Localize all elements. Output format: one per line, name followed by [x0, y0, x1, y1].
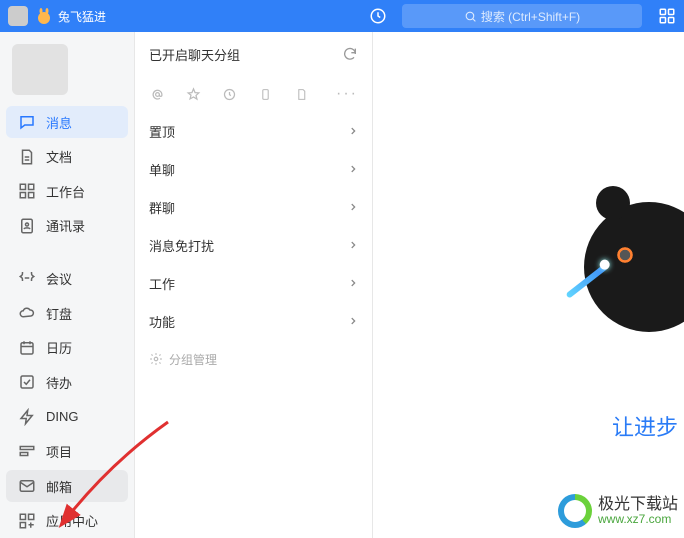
refresh-icon[interactable] — [342, 46, 358, 62]
chevron-right-icon — [348, 278, 358, 288]
group-label: 单聊 — [149, 160, 175, 179]
sidebar-item-label: 邮箱 — [46, 477, 72, 496]
sidebar-item-todo[interactable]: 待办 — [6, 366, 128, 399]
group-label: 消息免打扰 — [149, 236, 214, 255]
group-manage-label: 分组管理 — [169, 351, 217, 368]
group-item-group[interactable]: 群聊 — [135, 188, 372, 226]
chatgroup-header-text: 已开启聊天分组 — [149, 45, 240, 64]
chevron-right-icon — [348, 240, 358, 250]
history-icon[interactable] — [364, 2, 392, 30]
sidebar-item-label: 项目 — [46, 442, 72, 461]
chevron-right-icon — [348, 164, 358, 174]
watermark: 极光下载站 www.xz7.com — [558, 494, 678, 528]
group-label: 工作 — [149, 274, 175, 293]
chevron-right-icon — [348, 316, 358, 326]
group-label: 群聊 — [149, 198, 175, 217]
sidebar-item-label: 待办 — [46, 373, 72, 392]
sidebar-item-contacts[interactable]: 通讯录 — [6, 209, 128, 242]
calendar-icon — [18, 339, 36, 357]
slogan-text: 让进步 — [612, 410, 678, 442]
contacts-icon — [18, 217, 36, 235]
title-bar: 兔飞猛进 搜索 (Ctrl+Shift+F) — [0, 0, 684, 32]
meeting-icon — [18, 269, 36, 287]
titlebar-avatar[interactable] — [8, 6, 28, 26]
sidebar-item-label: 应用中心 — [46, 511, 98, 530]
sidebar-item-workbench[interactable]: 工作台 — [6, 175, 128, 208]
watermark-url: www.xz7.com — [598, 513, 678, 526]
chatgroup-header: 已开启聊天分组 — [135, 32, 372, 76]
sidebar-item-label: 文档 — [46, 147, 72, 166]
chatgroup-toolbar: ··· — [135, 76, 372, 112]
sidebar-item-label: DING — [46, 409, 79, 424]
apps-grid-icon[interactable] — [658, 7, 676, 25]
sidebar-item-appcenter[interactable]: 应用中心 — [6, 504, 128, 537]
at-icon[interactable] — [149, 86, 165, 102]
group-manage[interactable]: 分组管理 — [135, 340, 372, 378]
sidebar-item-label: 钉盘 — [46, 304, 72, 323]
workbench-icon — [18, 182, 36, 200]
chevron-right-icon — [348, 126, 358, 136]
doc-icon — [18, 148, 36, 166]
search-placeholder: 搜索 (Ctrl+Shift+F) — [481, 8, 580, 25]
sidebar-item-label: 工作台 — [46, 182, 85, 201]
sidebar-item-mail[interactable]: 邮箱 — [6, 470, 128, 503]
cloud-icon — [18, 304, 36, 322]
sidebar-item-messages[interactable]: 消息 — [6, 106, 128, 139]
app-title: 兔飞猛进 — [58, 8, 106, 25]
watermark-logo-icon — [558, 494, 592, 528]
sidebar-item-label: 会议 — [46, 269, 72, 288]
group-item-pin[interactable]: 置顶 — [135, 112, 372, 150]
todo-icon — [18, 373, 36, 391]
mail-icon — [18, 477, 36, 495]
sidebar-item-meeting[interactable]: 会议 — [6, 262, 128, 295]
group-item-dnd[interactable]: 消息免打扰 — [135, 226, 372, 264]
project-icon — [18, 442, 36, 460]
sidebar-item-docs[interactable]: 文档 — [6, 140, 128, 173]
group-item-single[interactable]: 单聊 — [135, 150, 372, 188]
more-icon[interactable]: ··· — [336, 85, 358, 103]
appcenter-icon — [18, 512, 36, 530]
later-icon[interactable] — [221, 86, 237, 102]
watermark-name: 极光下载站 — [598, 496, 678, 514]
file-icon[interactable] — [293, 86, 309, 102]
sidebar-item-label: 日历 — [46, 338, 72, 357]
group-item-function[interactable]: 功能 — [135, 302, 372, 340]
sidebar-item-cloud[interactable]: 钉盘 — [6, 297, 128, 330]
content-area: 让进步 极光下载站 www.xz7.com — [373, 32, 684, 538]
search-input[interactable]: 搜索 (Ctrl+Shift+F) — [402, 4, 642, 28]
chat-groups-panel: 已开启聊天分组 ··· 置顶 单聊 群聊 消息免打扰 工作 — [135, 32, 373, 538]
sidebar-item-label: 通讯录 — [46, 216, 85, 235]
chat-icon — [18, 113, 36, 131]
bunny-icon — [34, 6, 54, 26]
sidebar-item-project[interactable]: 项目 — [6, 435, 128, 468]
ding-icon — [18, 408, 36, 426]
phone-icon[interactable] — [257, 86, 273, 102]
group-label: 置顶 — [149, 122, 175, 141]
sidebar-item-calendar[interactable]: 日历 — [6, 331, 128, 364]
chevron-right-icon — [348, 202, 358, 212]
sidebar: 消息 文档 工作台 通讯录 会议 钉盘 日历 待办 — [0, 32, 135, 538]
group-item-work[interactable]: 工作 — [135, 264, 372, 302]
gear-icon — [149, 352, 163, 366]
user-avatar[interactable] — [12, 44, 68, 95]
star-icon[interactable] — [185, 86, 201, 102]
group-label: 功能 — [149, 312, 175, 331]
sidebar-item-label: 消息 — [46, 113, 72, 132]
sidebar-item-ding[interactable]: DING — [6, 401, 128, 434]
